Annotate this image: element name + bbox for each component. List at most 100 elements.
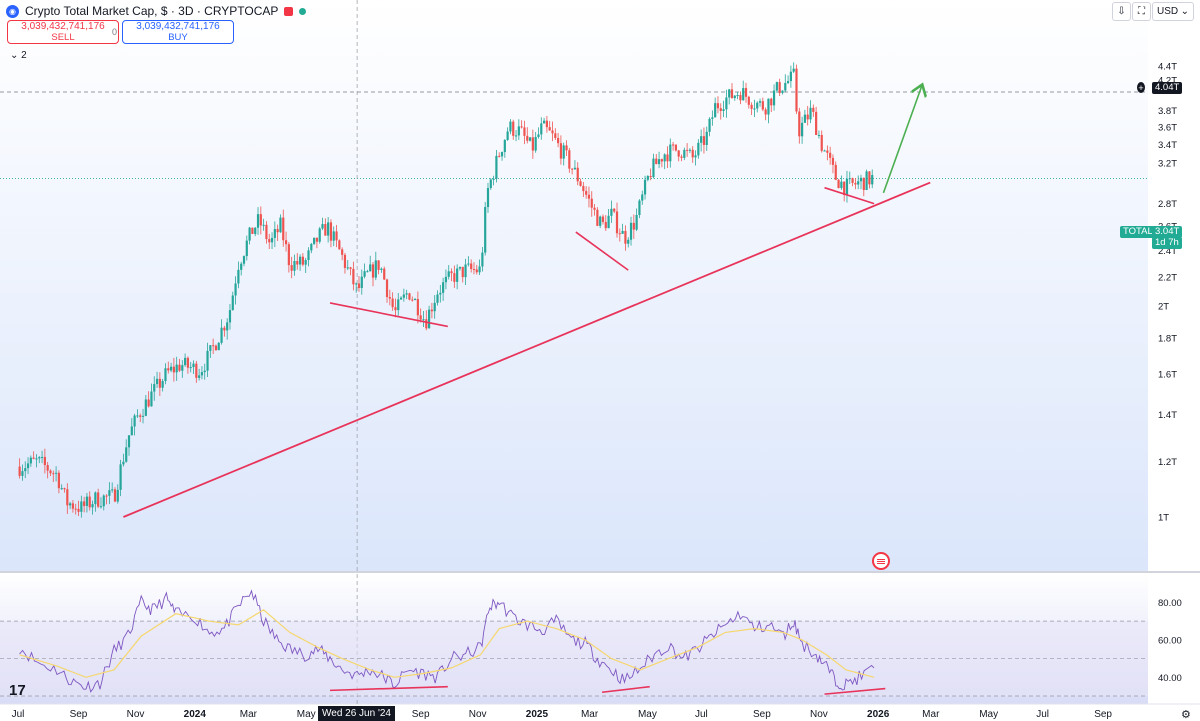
price-tick-label: 1.4T [1158, 410, 1177, 421]
candle-body [80, 501, 83, 512]
candle-body [643, 179, 647, 195]
candle-body [113, 489, 117, 502]
chart-title[interactable]: Crypto Total Market Cap, $ · 3D · CRYPTO… [25, 4, 278, 18]
candle-body [433, 302, 436, 312]
buy-value: 3,039,432,741,176 [136, 21, 220, 32]
candle-body [77, 508, 80, 512]
candle-body [282, 217, 285, 241]
candle-body [593, 207, 596, 210]
candle-body [313, 237, 316, 244]
candle-body [573, 167, 577, 170]
candle-body [666, 154, 669, 162]
chevron-down-icon: ⌄ [10, 50, 19, 61]
candle-body [559, 143, 563, 159]
candle-body [296, 260, 299, 265]
candle-body [744, 88, 748, 97]
candle-body [214, 345, 218, 351]
candle-body [310, 243, 313, 251]
candle-body [150, 391, 153, 407]
candle-body [301, 256, 304, 265]
candle-body [402, 294, 405, 298]
price-tick-label: 3.2T [1158, 158, 1177, 169]
candle-body [708, 118, 711, 132]
candle-body [677, 150, 680, 157]
settings-gear-icon[interactable]: ⚙ [1181, 708, 1191, 721]
candle-body [607, 215, 610, 229]
candle-body [456, 268, 459, 282]
candle-body [700, 136, 703, 143]
candle-body [385, 279, 389, 298]
candle-body [520, 126, 523, 128]
time-tick-label: Nov [127, 709, 145, 720]
candle-body [467, 263, 470, 265]
candle-body [284, 240, 288, 245]
candle-body [652, 158, 655, 178]
time-tick-label: Sep [70, 709, 88, 720]
candle-body [26, 463, 30, 469]
candle-body [32, 457, 35, 459]
candle-body [240, 263, 243, 270]
candle-body [669, 144, 672, 162]
rsi-tick-label: 80.00 [1158, 598, 1182, 609]
candle-body [778, 82, 781, 94]
price-tick-label: 4.4T [1158, 61, 1177, 72]
candle-body [279, 217, 282, 233]
candle-body [189, 367, 192, 369]
candle-body [770, 98, 773, 106]
candle-body [489, 179, 492, 189]
sell-button[interactable]: 3,039,432,741,176 SELL [7, 20, 119, 44]
candle-body [377, 260, 380, 270]
candle-body [436, 294, 439, 303]
candle-body [615, 211, 619, 234]
candle-body [761, 101, 764, 110]
candle-body [273, 229, 276, 238]
candle-body [472, 269, 476, 271]
candle-body [557, 138, 560, 144]
candle-body [265, 224, 268, 240]
price-tick-label: 2.8T [1158, 199, 1177, 210]
candle-body [857, 181, 860, 185]
candle-body [198, 375, 201, 378]
candle-body [324, 224, 327, 236]
candle-body [635, 214, 638, 230]
candle-body [133, 415, 136, 427]
candle-body [629, 222, 633, 240]
download-icon[interactable]: ⇩ [1112, 2, 1131, 21]
candle-body [506, 131, 509, 140]
add-alert-icon[interactable]: + [1137, 82, 1145, 93]
indicators-toggle[interactable]: ⌄ 2 [10, 50, 27, 61]
candle-body [144, 399, 147, 416]
candle-body [733, 95, 736, 99]
flag-icon[interactable] [284, 6, 294, 16]
candle-body [94, 492, 97, 505]
candle-body [562, 145, 565, 159]
candle-body [119, 464, 122, 490]
candle-body [105, 495, 108, 497]
us-flag-icon[interactable] [872, 552, 890, 570]
candle-body [71, 503, 75, 509]
candle-body [397, 299, 400, 311]
candle-body [444, 276, 448, 283]
candle-body [290, 265, 293, 271]
candle-body [321, 224, 324, 229]
candle-body [486, 188, 490, 208]
buy-button[interactable]: 3,039,432,741,176 BUY [122, 20, 234, 44]
candle-body [164, 368, 167, 382]
candle-body [130, 426, 133, 436]
candle-body [862, 177, 865, 191]
candle-body [526, 135, 529, 141]
candle-body [357, 283, 361, 288]
candle-body [716, 103, 720, 109]
candle-body [823, 150, 826, 152]
fullscreen-icon[interactable]: ⛶ [1132, 2, 1151, 21]
candle-body [641, 194, 644, 201]
candle-body [548, 127, 551, 131]
currency-select[interactable]: USD ⌄ [1152, 2, 1194, 21]
candle-body [447, 271, 450, 277]
candle-body [820, 134, 823, 151]
candle-body [691, 149, 694, 158]
candle-body [492, 178, 495, 180]
candle-body [714, 103, 717, 118]
candle-body [478, 266, 481, 273]
candle-body [335, 231, 338, 241]
